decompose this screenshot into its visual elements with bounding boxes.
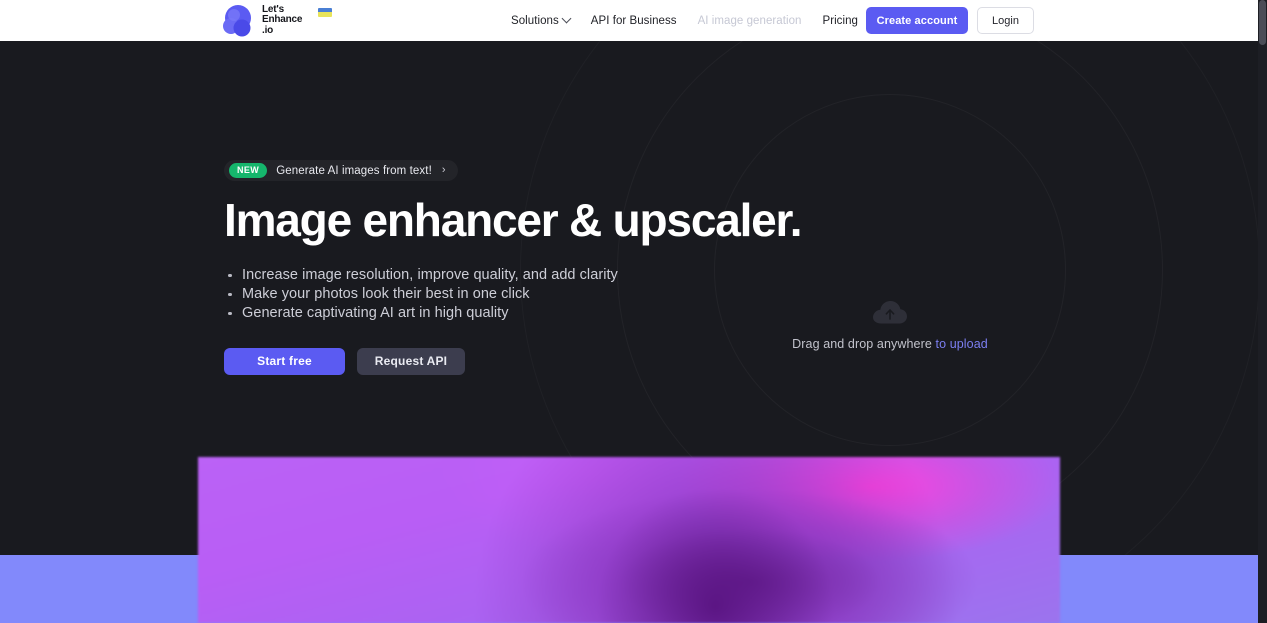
logo-wordmark: Let's Enhance .io xyxy=(262,4,332,37)
flag-yellow-stripe xyxy=(318,12,332,17)
scrollbar-track[interactable] xyxy=(1258,0,1267,623)
chevron-down-icon xyxy=(561,13,572,24)
login-button[interactable]: Login xyxy=(977,7,1034,34)
new-banner-label: Generate AI images from text! xyxy=(276,164,432,177)
scrollbar-thumb[interactable] xyxy=(1259,0,1266,45)
list-item: Generate captivating AI art in high qual… xyxy=(224,304,784,323)
nav-item-label: Solutions xyxy=(511,14,559,27)
cloud-upload-icon xyxy=(873,301,907,324)
hero-copy: NEW Generate AI images from text! › Imag… xyxy=(224,160,802,375)
request-api-button[interactable]: Request API xyxy=(357,347,465,375)
ukraine-flag-icon xyxy=(318,7,332,17)
nav-item-api-for-business[interactable]: API for Business xyxy=(591,15,677,27)
site-header: Let's Enhance .io Solutions API for Busi… xyxy=(0,0,1258,41)
showcase-image xyxy=(198,457,1060,623)
start-free-button[interactable]: Start free xyxy=(224,347,345,375)
page-title: Image enhancer & upscaler. xyxy=(224,194,802,246)
list-item: Increase image resolution, improve quali… xyxy=(224,266,784,285)
create-account-button[interactable]: Create account xyxy=(866,7,968,34)
dropzone-label: Drag and drop anywhere to upload xyxy=(790,337,990,351)
page-root: Drag and drop anywhere to upload NEW Gen… xyxy=(0,0,1267,623)
logo[interactable]: Let's Enhance .io xyxy=(222,4,332,37)
feature-bullet-list: Increase image resolution, improve quali… xyxy=(224,266,784,323)
main-navigation: Solutions API for Business AI image gene… xyxy=(511,0,902,41)
upload-dropzone[interactable]: Drag and drop anywhere to upload xyxy=(790,299,990,351)
dropzone-upload-link[interactable]: to upload xyxy=(936,337,988,351)
nav-item-solutions[interactable]: Solutions xyxy=(511,13,572,27)
nav-item-ai-image-generation[interactable]: AI image generation xyxy=(698,15,802,27)
new-badge: NEW xyxy=(229,163,268,178)
nav-item-pricing[interactable]: Pricing xyxy=(822,15,858,27)
dropzone-text: Drag and drop anywhere xyxy=(792,337,936,351)
new-feature-banner[interactable]: NEW Generate AI images from text! › xyxy=(224,160,458,181)
chevron-right-icon: › xyxy=(441,164,446,176)
logo-line-3: .io xyxy=(262,24,274,36)
cta-button-row: Start free Request API xyxy=(224,347,784,375)
header-actions: Create account Login xyxy=(866,7,1034,34)
lets-enhance-blob-logo-icon xyxy=(223,5,251,37)
list-item: Make your photos look their best in one … xyxy=(224,285,784,304)
